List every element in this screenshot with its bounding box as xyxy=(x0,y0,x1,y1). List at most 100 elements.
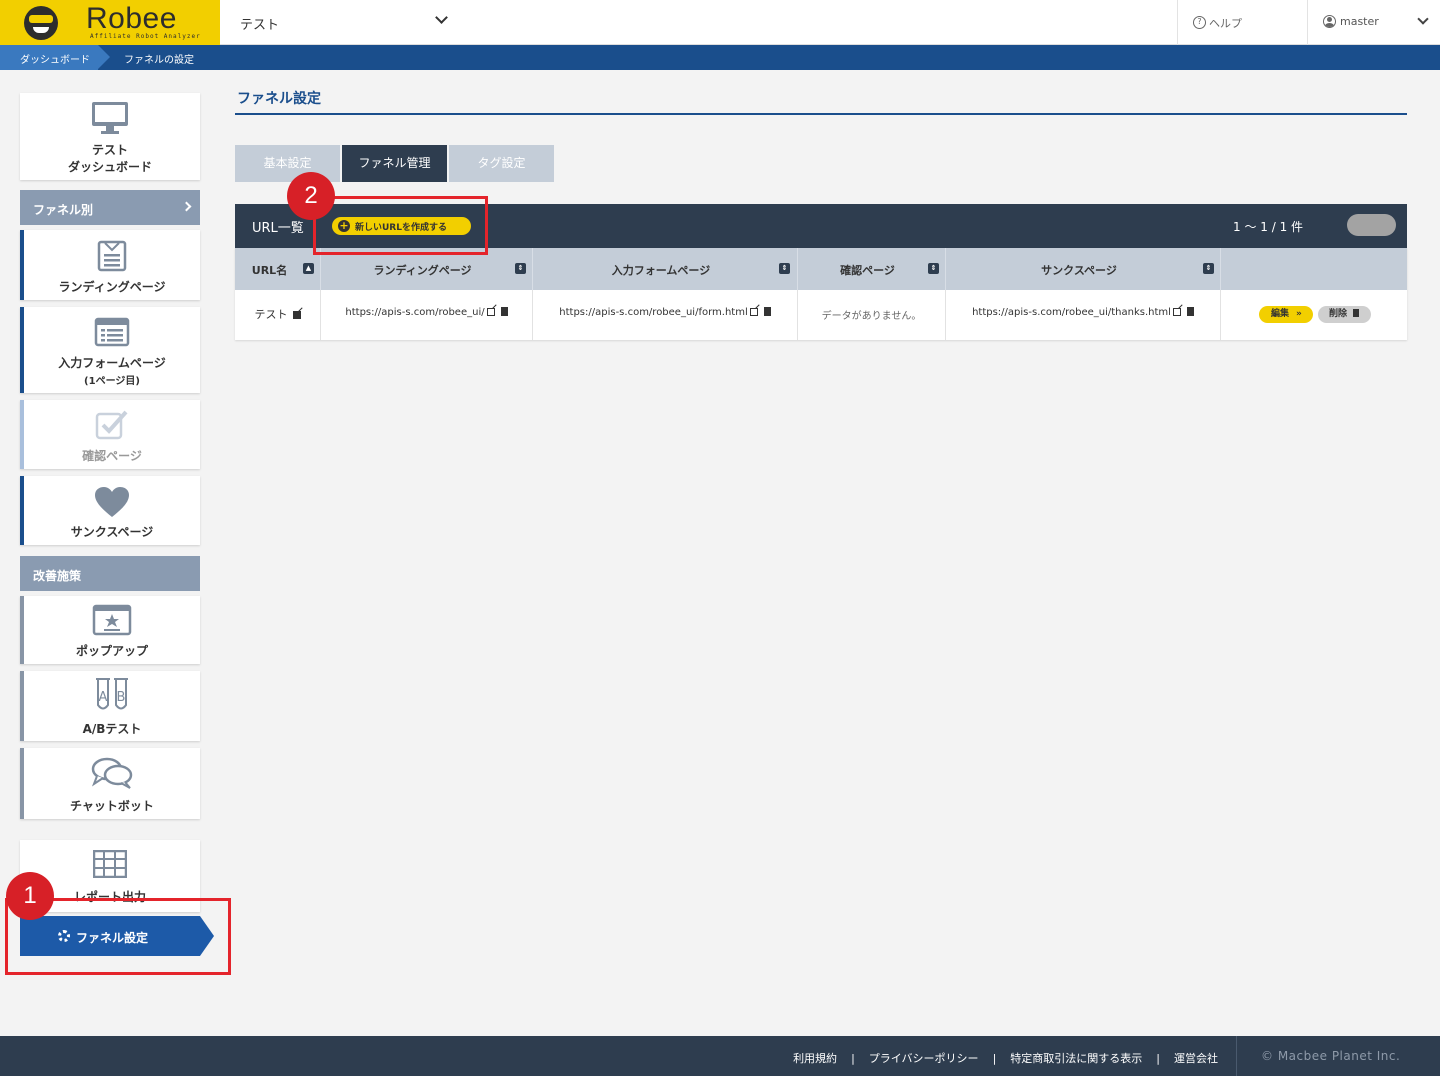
file-icon[interactable] xyxy=(1186,307,1194,316)
form-page-icon xyxy=(94,317,130,347)
url-list-title: URL一覧 xyxy=(252,221,304,236)
tab-funnel-management[interactable]: ファネル管理 xyxy=(342,145,447,182)
header: Robee Affiliate Robot Analyzer テスト ? ヘルプ… xyxy=(0,0,1440,45)
cell-thanks-wrap: https://apis-s.com/robee_ui/thanks.html xyxy=(946,307,1220,318)
logo[interactable]: Robee Affiliate Robot Analyzer xyxy=(0,0,220,45)
site-select-value: テスト xyxy=(240,18,280,33)
form-url-link[interactable]: https://apis-s.com/robee_ui/form.html xyxy=(559,307,747,318)
footer-links: 利用規約 | プライバシーポリシー | 特定商取引法に関する表示 | 運営会社 xyxy=(793,1050,1218,1066)
landing-url-link[interactable]: https://apis-s.com/robee_ui/ xyxy=(345,307,484,318)
breadcrumb: ダッシュボード ファネルの設定 xyxy=(0,45,1440,70)
page-title: ファネル設定 xyxy=(237,91,321,107)
sidebar-item-confirm: 確認ページ xyxy=(20,400,200,469)
footer-link-terms[interactable]: 利用規約 xyxy=(793,1052,837,1065)
breadcrumb-current: ファネルの設定 xyxy=(124,55,194,66)
sidebar-item-dashboard[interactable]: テスト ダッシュボード xyxy=(20,93,200,180)
column-url-name-label: URL名 xyxy=(251,264,288,277)
edit-button[interactable]: 編集 » xyxy=(1259,306,1313,323)
column-header-thanks[interactable]: サンクスページ ⇕ xyxy=(946,248,1221,290)
external-link-square-icon[interactable] xyxy=(292,311,301,319)
chevron-right-icon xyxy=(181,201,192,212)
column-header-url-name[interactable]: URL名 ▲ xyxy=(235,248,321,290)
sidebar-item-popup[interactable]: ポップアップ xyxy=(20,596,200,664)
sidebar-item-chatbot[interactable]: チャットボット xyxy=(20,748,200,819)
external-link-icon[interactable] xyxy=(486,308,495,316)
sidebar-thanks-label: サンクスページ xyxy=(70,525,154,539)
cell-url-name-wrap: テスト xyxy=(235,306,320,322)
footer: 利用規約 | プライバシーポリシー | 特定商取引法に関する表示 | 運営会社 © Macb… xyxy=(0,1036,1440,1076)
table-row: テスト https://apis-s.com/robee_ui/ https:/… xyxy=(235,290,1407,340)
cell-form-wrap: https://apis-s.com/robee_ui/form.html xyxy=(533,307,797,318)
footer-link-company[interactable]: 運営会社 xyxy=(1174,1052,1218,1065)
chevron-down-icon xyxy=(1417,13,1429,25)
sidebar-chatbot-label: チャットボット xyxy=(70,799,154,813)
sort-icon[interactable]: ⇕ xyxy=(1203,263,1214,274)
sidebar-abtest-label: A/Bテスト xyxy=(82,722,142,736)
sort-asc-icon[interactable]: ▲ xyxy=(303,263,314,274)
trash-icon xyxy=(1353,309,1360,317)
footer-separator: | xyxy=(851,1052,855,1065)
sidebar-item-thanks[interactable]: サンクスページ xyxy=(20,476,200,545)
result-count: 1 〜 1 / 1 件 xyxy=(1233,220,1304,234)
sidebar-landing-label: ランディングページ xyxy=(58,280,166,294)
footer-link-privacy[interactable]: プライバシーポリシー xyxy=(869,1052,979,1065)
svg-text:B: B xyxy=(117,690,126,705)
annotation-box-2 xyxy=(313,196,488,255)
sort-icon[interactable]: ⇕ xyxy=(928,263,939,274)
column-header-form[interactable]: 入力フォームページ ⇕ xyxy=(533,248,798,290)
url-name-text: テスト xyxy=(254,308,288,321)
help-button[interactable]: ? ヘルプ xyxy=(1177,0,1308,45)
help-label: ヘルプ xyxy=(1209,17,1242,30)
confirm-empty-text: データがありません。 xyxy=(821,311,922,322)
sidebar-confirm-label: 確認ページ xyxy=(82,449,142,463)
sidebar-dashboard-line2: ダッシュボード xyxy=(67,160,152,174)
sidebar-item-abtest[interactable]: A B A/Bテスト xyxy=(20,671,200,741)
column-thanks-label: サンクスページ xyxy=(1041,264,1117,277)
file-icon[interactable] xyxy=(763,307,771,316)
cell-landing: https://apis-s.com/robee_ui/ xyxy=(321,290,533,340)
sidebar-section-funnel[interactable]: ファネル別 xyxy=(20,190,200,225)
cell-url-name: テスト xyxy=(235,290,321,340)
delete-button[interactable]: 削除 xyxy=(1318,306,1371,323)
logo-text: Robee xyxy=(86,2,177,35)
sidebar-item-form[interactable]: 入力フォームページ (1ページ目) xyxy=(20,307,200,393)
chat-bubbles-icon xyxy=(91,757,133,789)
external-link-icon[interactable] xyxy=(1172,308,1181,316)
cell-thanks: https://apis-s.com/robee_ui/thanks.html xyxy=(946,290,1221,340)
sort-icon[interactable]: ⇕ xyxy=(779,263,790,274)
column-confirm-label: 確認ページ xyxy=(840,264,895,277)
sidebar-item-landing[interactable]: ランディングページ xyxy=(20,230,200,300)
delete-button-label: 削除 xyxy=(1329,309,1348,319)
question-circle-icon: ? xyxy=(1193,16,1206,29)
thanks-url-link[interactable]: https://apis-s.com/robee_ui/thanks.html xyxy=(972,307,1171,318)
sidebar-popup-label: ポップアップ xyxy=(75,644,148,658)
footer-separator: | xyxy=(1156,1052,1160,1065)
title-divider xyxy=(235,113,1407,115)
tab-tag-settings[interactable]: タグ設定 xyxy=(449,145,554,182)
url-table: URL名 ▲ ランディングページ ⇕ 入力フォームページ ⇕ 確認ページ ⇕ サ… xyxy=(235,248,1407,340)
heart-icon xyxy=(95,487,129,517)
footer-separator: | xyxy=(992,1052,997,1065)
column-header-confirm[interactable]: 確認ページ ⇕ xyxy=(798,248,946,290)
edit-button-label: 編集 xyxy=(1271,309,1290,319)
user-menu[interactable]: master xyxy=(1308,0,1440,45)
sidebar-section-improve: 改善施策 xyxy=(20,556,200,591)
user-name: master xyxy=(1340,15,1379,28)
cell-actions: 編集 » 削除 xyxy=(1221,290,1407,340)
breadcrumb-dashboard-label: ダッシュボード xyxy=(20,55,90,66)
column-header-actions xyxy=(1221,248,1407,290)
copyright-text: © Macbee Planet Inc. xyxy=(1261,1049,1401,1063)
external-link-icon[interactable] xyxy=(749,308,758,316)
footer-link-commerce[interactable]: 特定商取引法に関する表示 xyxy=(1010,1052,1142,1065)
landing-page-icon xyxy=(97,240,127,272)
cell-confirm: データがありません。 xyxy=(798,290,946,340)
toggle-switch[interactable] xyxy=(1347,214,1396,236)
logo-subtitle: Affiliate Robot Analyzer xyxy=(90,33,201,40)
ab-test-icon: A B xyxy=(96,678,128,710)
site-select[interactable]: テスト xyxy=(220,0,460,45)
file-icon[interactable] xyxy=(500,307,508,316)
annotation-number-2: 2 xyxy=(287,172,335,220)
breadcrumb-dashboard[interactable]: ダッシュボード xyxy=(0,45,110,70)
sort-icon[interactable]: ⇕ xyxy=(515,263,526,274)
annotation-number-1: 1 xyxy=(6,872,54,920)
